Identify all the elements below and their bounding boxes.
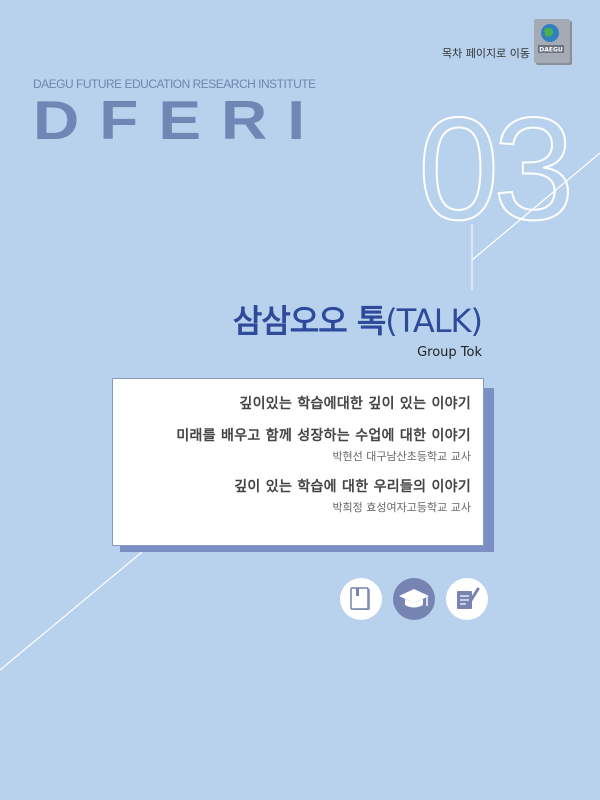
story-title: 깊이 있는 학습에 대한 우리들의 이야기 <box>234 479 471 495</box>
document-pen-icon[interactable] <box>446 578 488 620</box>
daegu-badge-text: DAEGU <box>539 47 563 54</box>
chapter-title: 삼삼오오 톡(TALK) <box>232 296 483 342</box>
toc-link[interactable]: 목차 페이지로 이동 <box>400 45 530 61</box>
story-author: 박현선 대구남산초등학교 교사 <box>332 450 471 463</box>
chapter-title-main: 삼삼오오 톡 <box>232 302 386 340</box>
icon-buttons <box>340 578 490 620</box>
chapter-subtitle: Group Tok <box>417 345 482 360</box>
story-title: 깊이있는 학습에대한 깊이 있는 이야기 <box>239 396 471 412</box>
chapter-title-paren: (TALK) <box>385 302 483 340</box>
chapter-number: 03 <box>417 87 575 250</box>
book-icon[interactable] <box>340 578 382 620</box>
story-item[interactable]: 미래를 배우고 함께 성장하는 수업에 대한 이야기 박현선 대구남산초등학교 … <box>125 425 471 464</box>
story-item[interactable]: 깊이있는 학습에대한 깊이 있는 이야기 <box>125 393 471 413</box>
graduation-cap-icon[interactable] <box>393 578 435 620</box>
story-author: 박희정 효성여자고등학교 교사 <box>332 501 471 514</box>
dferi-logo: DFERI <box>33 89 325 151</box>
story-title: 미래를 배우고 함께 성장하는 수업에 대한 이야기 <box>176 428 471 444</box>
story-list: 깊이있는 학습에대한 깊이 있는 이야기 미래를 배우고 함께 성장하는 수업에… <box>112 378 484 546</box>
story-item[interactable]: 깊이 있는 학습에 대한 우리들의 이야기 박희정 효성여자고등학교 교사 <box>125 476 471 515</box>
daegu-book-icon[interactable]: DAEGU <box>532 18 574 68</box>
